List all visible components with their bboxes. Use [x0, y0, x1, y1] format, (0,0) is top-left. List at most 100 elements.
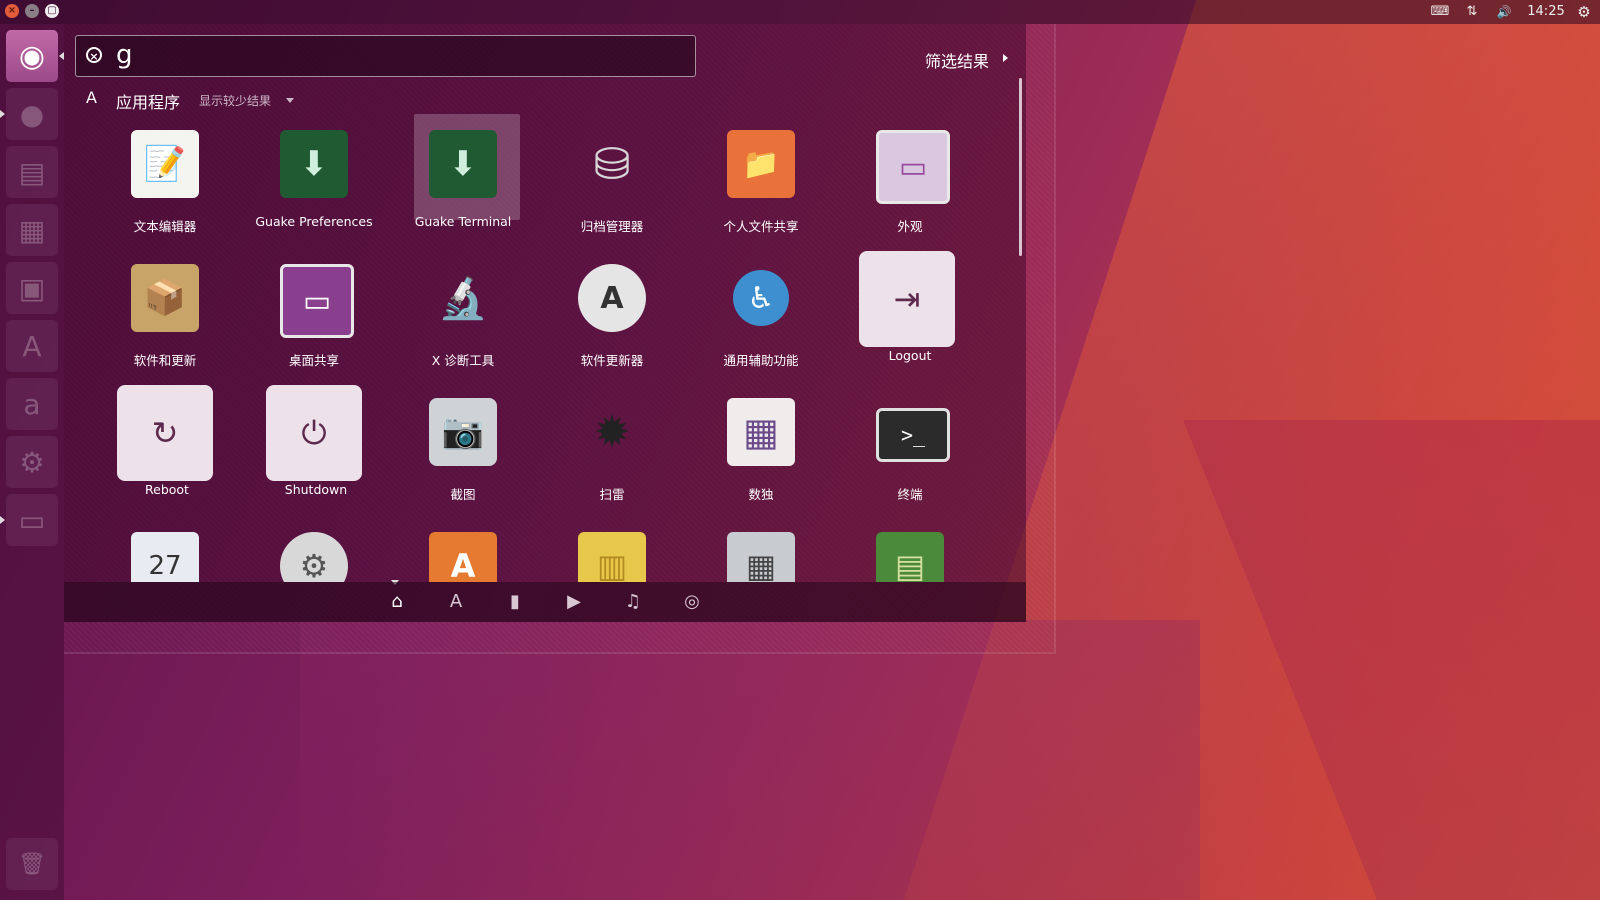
app-appearance[interactable]: ▭ 外观 — [835, 112, 985, 246]
logout-icon: ⇥ — [893, 280, 921, 318]
microscope-icon: 🔬 — [438, 275, 488, 322]
app-system-tools[interactable]: ⚙ — [239, 514, 389, 582]
app-shutdown[interactable]: ⏻ Shutdown — [239, 380, 389, 514]
app-guake-terminal[interactable]: ⬇ Guake Terminal — [388, 112, 538, 246]
launcher-dash-button[interactable]: ◉ — [6, 30, 58, 82]
clock[interactable]: 14:25 — [1524, 0, 1568, 24]
app-screenshot[interactable]: 📷 截图 — [388, 380, 538, 514]
app-reboot[interactable]: ↻ Reboot — [90, 380, 240, 514]
app-software-updater[interactable]: A 软件更新器 — [537, 246, 687, 380]
app-calculator[interactable]: ▦ — [686, 514, 836, 582]
archive-manager-icon: ⛁ — [593, 138, 631, 190]
launcher-system-settings[interactable]: ⚙ — [6, 436, 58, 488]
app-label: 终端 — [897, 487, 923, 502]
app-hardware-info[interactable]: ▤ — [835, 514, 985, 582]
writer-icon: ▤ — [18, 155, 46, 189]
lens-bar: ⌂ A ▮ ▶ ♫ ◎ — [64, 582, 1026, 622]
applications-category-icon: A — [86, 88, 97, 107]
impress-icon: ▣ — [18, 271, 46, 305]
app-label: 通用辅助功能 — [723, 353, 799, 368]
logout-tile: ⇥ — [859, 251, 955, 347]
mine-icon: ✹ — [593, 406, 631, 458]
files-icon: ▭ — [18, 503, 46, 537]
app-software-store[interactable]: A — [388, 514, 538, 582]
category-title: 应用程序 — [116, 93, 181, 112]
maximize-window-button[interactable]: ▢ — [45, 4, 59, 18]
shopping-bag-icon: A — [429, 532, 497, 582]
application-results-grid: 📝 文本编辑器 ⬇ Guake Preferences ⬇ Guake Term… — [90, 112, 1010, 582]
launcher-software-center[interactable]: A — [6, 320, 58, 372]
volume-icon[interactable]: 🔊 — [1493, 0, 1515, 24]
network-icon[interactable]: ⇅ — [1462, 0, 1482, 24]
filter-results-button[interactable]: 筛选结果 — [925, 48, 989, 72]
music-lens-icon[interactable]: ♫ — [622, 592, 644, 612]
files-lens-icon[interactable]: ▮ — [504, 592, 526, 612]
software-center-icon: A — [22, 329, 42, 363]
app-sudoku[interactable]: ▦ 数独 — [686, 380, 836, 514]
app-blocks-game[interactable]: ▥ — [537, 514, 687, 582]
launcher-firefox[interactable]: ● — [6, 88, 58, 140]
app-label: Reboot — [145, 482, 189, 497]
power-icon: ⏻ — [301, 413, 327, 452]
clear-search-icon[interactable]: × — [86, 47, 102, 63]
chevron-right-icon — [1003, 54, 1008, 62]
launcher-files[interactable]: ▭ — [6, 494, 58, 546]
amazon-icon: a — [23, 387, 41, 421]
app-terminal[interactable]: >_ 终端 — [835, 380, 985, 514]
sudoku-icon: ▦ — [727, 398, 795, 466]
launcher-trash[interactable]: 🗑 — [6, 838, 58, 890]
app-software-and-updates[interactable]: 📦 软件和更新 — [90, 246, 240, 380]
launcher-calc[interactable]: ▦ — [6, 204, 58, 256]
search-input[interactable] — [116, 38, 676, 72]
app-label: 归档管理器 — [580, 219, 644, 234]
minimize-window-button[interactable]: – — [25, 4, 39, 18]
app-calendar[interactable]: 27 — [90, 514, 240, 582]
keyboard-icon[interactable]: ⌨ — [1430, 0, 1450, 24]
close-window-button[interactable]: × — [5, 4, 19, 18]
launcher-writer[interactable]: ▤ — [6, 146, 58, 198]
top-panel: × – ▢ ⌨ ⇅ 🔊 14:25 ⚙ — [0, 0, 1600, 24]
ubuntu-logo-icon: ◉ — [18, 38, 46, 74]
photos-lens-icon[interactable]: ◎ — [681, 592, 703, 612]
app-personal-file-sharing[interactable]: 📁 个人文件共享 — [686, 112, 836, 246]
wallpaper-facet — [300, 620, 1200, 900]
app-label: 文本编辑器 — [133, 219, 197, 234]
software-updater-icon: A — [578, 264, 646, 332]
text-editor-icon: 📝 — [131, 130, 199, 198]
applications-lens-icon[interactable]: A — [445, 592, 467, 612]
launcher-impress[interactable]: ▣ — [6, 262, 58, 314]
app-text-editor[interactable]: 📝 文本编辑器 — [90, 112, 240, 246]
reboot-icon: ↻ — [151, 414, 179, 452]
launcher: ◉ ● ▤ ▦ ▣ A a ⚙ ▭ 🗑 — [0, 24, 64, 900]
app-guake-preferences[interactable]: ⬇ Guake Preferences — [239, 112, 389, 246]
results-scrollbar[interactable] — [1019, 78, 1022, 256]
video-lens-icon[interactable]: ▶ — [563, 592, 585, 612]
chevron-down-icon[interactable] — [286, 98, 294, 103]
app-mines[interactable]: ✹ 扫雷 — [537, 380, 687, 514]
show-fewer-results-button[interactable]: 显示较少结果 — [199, 92, 271, 109]
app-label: Guake Preferences — [255, 214, 373, 229]
launcher-amazon[interactable]: a — [6, 378, 58, 430]
app-x-diagnostic-tool[interactable]: 🔬 X 诊断工具 — [388, 246, 538, 380]
folder-share-icon: 📁 — [727, 130, 795, 198]
app-label: X 诊断工具 — [431, 353, 495, 368]
app-label: Guake Terminal — [414, 214, 512, 229]
app-label: 软件和更新 — [133, 353, 197, 368]
guake-terminal-icon: ⬇ — [429, 130, 497, 198]
app-archive-manager[interactable]: ⛁ 归档管理器 — [537, 112, 687, 246]
calendar-icon: 27 — [131, 532, 199, 582]
home-lens-icon[interactable]: ⌂ — [386, 592, 408, 612]
app-logout[interactable]: ⇥ Logout — [835, 246, 985, 380]
search-box[interactable]: × — [75, 35, 696, 77]
app-universal-access[interactable]: ♿ 通用辅助功能 — [686, 246, 836, 380]
blocks-icon: ▥ — [578, 532, 646, 582]
app-desktop-sharing[interactable]: ▭ 桌面共享 — [239, 246, 389, 380]
app-label: 桌面共享 — [288, 353, 339, 368]
calc-icon: ▦ — [18, 213, 46, 247]
app-label: 截图 — [450, 487, 476, 502]
settings-icon[interactable]: ⚙ — [1574, 0, 1594, 24]
monitor-icon: ▭ — [876, 130, 950, 204]
terminal-icon: >_ — [876, 408, 950, 462]
app-label: 数独 — [748, 487, 774, 502]
guake-preferences-icon: ⬇ — [280, 130, 348, 198]
